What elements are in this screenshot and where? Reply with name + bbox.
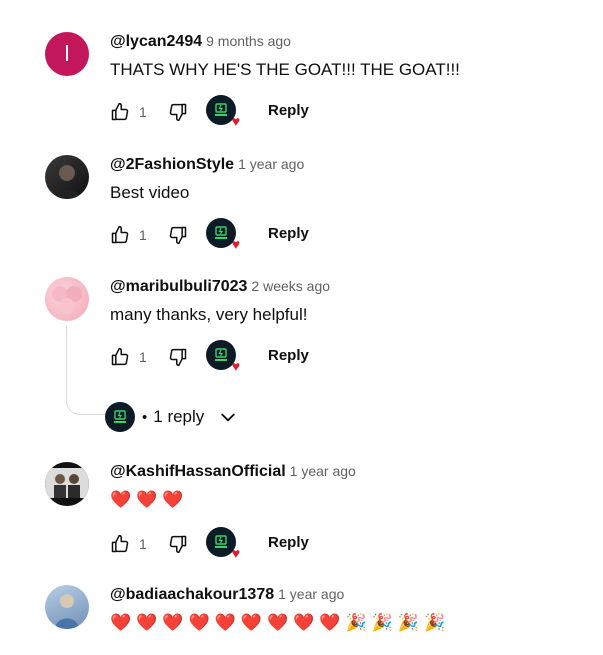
channel-logo-icon	[215, 348, 227, 361]
avatar[interactable]	[45, 155, 89, 199]
comment-text-party: 🎉🎉🎉🎉	[345, 613, 451, 632]
comment-author[interactable]: @badiaachakour1378	[110, 586, 274, 603]
comment-author[interactable]: @2FashionStyle	[110, 156, 234, 173]
like-count: 1	[139, 536, 147, 552]
like-button[interactable]	[108, 100, 132, 124]
thumbs-up-icon	[111, 347, 129, 366]
avatar[interactable]: l	[45, 32, 89, 76]
comment-time[interactable]: 2 weeks ago	[251, 278, 330, 294]
replies-separator: •	[142, 408, 148, 426]
creator-heart-badge: ♥	[206, 340, 240, 373]
like-count: 1	[139, 227, 147, 243]
thumbs-up-icon	[111, 225, 129, 244]
comment-time[interactable]: 9 months ago	[206, 33, 291, 49]
thread-connector	[66, 326, 105, 415]
heart-icon: ♥	[231, 358, 240, 374]
dislike-button[interactable]	[166, 100, 190, 124]
thumbs-down-icon	[169, 103, 187, 122]
reply-button[interactable]: Reply	[268, 225, 309, 242]
creator-heart-badge: ♥	[206, 218, 240, 251]
person-icon	[55, 594, 79, 629]
avatar[interactable]	[45, 585, 89, 629]
creator-heart-badge: ♥	[206, 527, 240, 560]
heart-icon: ♥	[231, 545, 240, 561]
heart-icon: ♥	[231, 236, 240, 252]
comment-author[interactable]: @lycan2494	[110, 33, 202, 50]
comment-text: Best video	[110, 183, 190, 202]
comment-actions: 1 ♥ Reply	[108, 95, 408, 136]
thumbs-down-icon	[169, 535, 187, 554]
balloon-icon	[52, 286, 82, 314]
thumbs-up-icon	[111, 102, 129, 121]
chevron-down-icon	[221, 413, 236, 422]
avatar[interactable]	[45, 462, 89, 506]
person-icon	[45, 468, 89, 498]
comment-text-hearts: ❤️❤️❤️❤️❤️❤️❤️❤️❤️	[110, 613, 346, 632]
comment-time[interactable]: 1 year ago	[278, 586, 344, 602]
reply-button[interactable]: Reply	[268, 347, 309, 364]
like-button[interactable]	[108, 223, 132, 247]
comment-actions: 1 ♥ Reply	[108, 218, 408, 259]
avatar-letter: l	[64, 41, 70, 66]
comment-actions: 1 ♥ Reply	[108, 527, 408, 568]
comment-author[interactable]: @maribulbuli7023	[110, 278, 247, 295]
channel-logo-icon	[215, 535, 227, 548]
thumbs-down-icon	[169, 226, 187, 245]
view-replies-button[interactable]: • 1 reply	[105, 402, 238, 432]
reply-button[interactable]: Reply	[268, 102, 309, 119]
like-count: 1	[139, 349, 147, 365]
comment-actions: 1 ♥ Reply	[108, 340, 408, 381]
avatar[interactable]	[45, 277, 89, 321]
comment-time[interactable]: 1 year ago	[238, 156, 304, 172]
dislike-button[interactable]	[166, 532, 190, 556]
thumbs-down-icon	[169, 348, 187, 367]
comment-text: ❤️❤️❤️❤️❤️❤️❤️❤️❤️🎉🎉🎉🎉	[110, 613, 450, 633]
comment-text: many thanks, very helpful!	[110, 305, 308, 324]
comment-text: THATS WHY HE'S THE GOAT!!! THE GOAT!!!	[110, 60, 460, 79]
dislike-button[interactable]	[166, 223, 190, 247]
replies-count-label: 1 reply	[153, 407, 205, 426]
channel-logo-icon	[215, 103, 227, 116]
thumbs-up-icon	[111, 534, 129, 553]
heart-icon: ♥	[231, 113, 240, 129]
like-button[interactable]	[108, 532, 132, 556]
comment-text: ❤️❤️❤️	[110, 490, 189, 509]
person-icon	[53, 165, 81, 199]
reply-button[interactable]: Reply	[268, 534, 309, 551]
channel-logo-icon	[215, 226, 227, 239]
dislike-button[interactable]	[166, 345, 190, 369]
like-count: 1	[139, 104, 147, 120]
channel-logo-icon	[114, 410, 126, 423]
creator-heart-badge: ♥	[206, 95, 240, 128]
comment-author[interactable]: @KashifHassanOfficial	[110, 463, 286, 480]
like-button[interactable]	[108, 345, 132, 369]
creator-avatar	[105, 402, 135, 432]
comment-time[interactable]: 1 year ago	[290, 463, 356, 479]
